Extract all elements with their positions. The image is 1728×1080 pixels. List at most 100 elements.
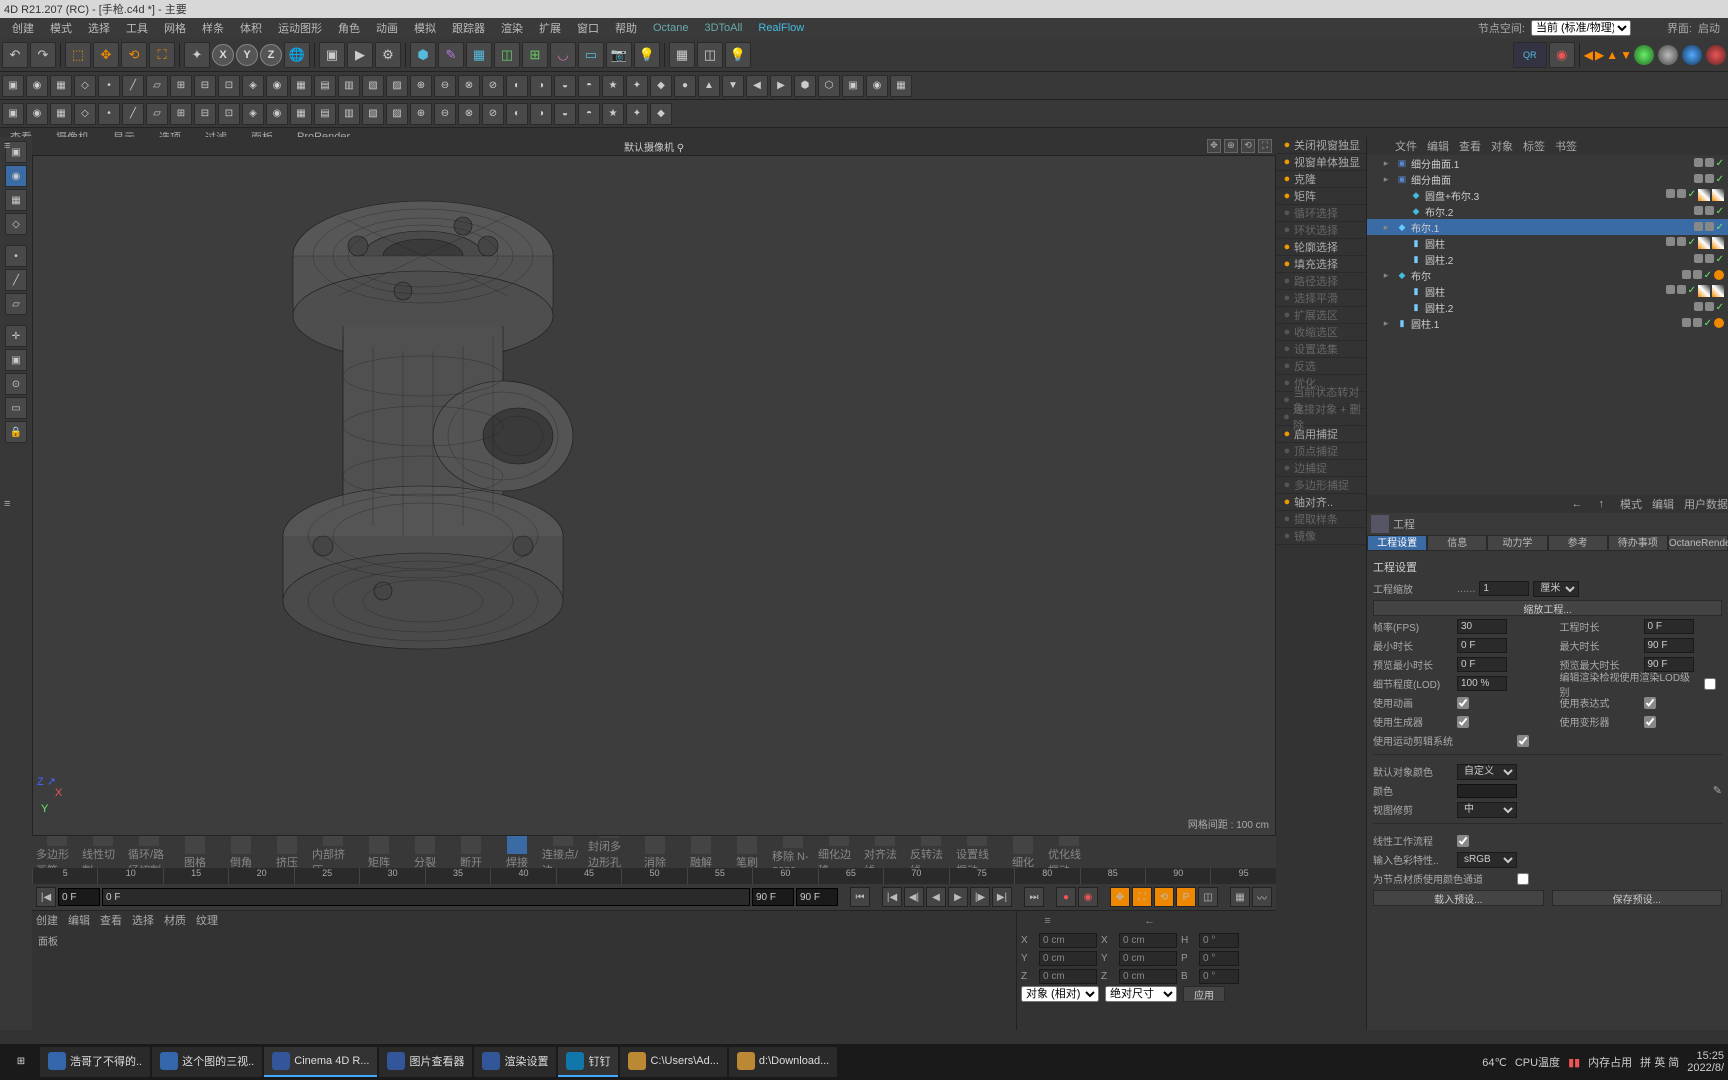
globe-2-icon[interactable]	[1658, 45, 1678, 65]
array-icon[interactable]: ⊞	[522, 42, 548, 68]
toolbtn-tb3-20[interactable]: ⊘	[482, 103, 504, 125]
tree-row-圆柱.1[interactable]: ▸▮圆柱.1✓	[1367, 315, 1728, 331]
matmenu-创建[interactable]: 创建	[36, 912, 58, 928]
coord-system-icon[interactable]: 🌐	[284, 42, 310, 68]
attr-hamburger-icon[interactable]: ≡	[4, 498, 10, 510]
toolbtn-tb3-6[interactable]: ▱	[146, 103, 168, 125]
menu-RealFlow[interactable]: RealFlow	[750, 20, 812, 36]
toolbtn-tb3-19[interactable]: ⊗	[458, 103, 480, 125]
modtool-倒角[interactable]: 倒角	[220, 834, 262, 870]
load-preset-button[interactable]: 载入预设...	[1373, 890, 1544, 906]
model-mode-icon[interactable]: ◉	[5, 165, 27, 187]
rot-h-field[interactable]	[1199, 933, 1239, 948]
toolbtn-tb2-19[interactable]: ⊗	[458, 75, 480, 97]
menu-渲染[interactable]: 渲染	[493, 18, 531, 38]
render-view-icon[interactable]: ▣	[319, 42, 345, 68]
menu-扩展[interactable]: 扩展	[531, 18, 569, 38]
play-fwd-icon[interactable]: ▶	[948, 887, 968, 907]
toolbtn-tb3-10[interactable]: ◈	[242, 103, 264, 125]
record-key-icon[interactable]: ●	[1056, 887, 1076, 907]
taskbar-图片查看器[interactable]: 图片查看器	[379, 1047, 472, 1077]
next-frame-icon[interactable]: |▶	[970, 887, 990, 907]
toolbtn-tb3-21[interactable]: ◐	[506, 103, 528, 125]
toolbtn-tb3-13[interactable]: ▤	[314, 103, 336, 125]
modtool-挤压[interactable]: 挤压	[266, 834, 308, 870]
toolbtn-tb3-11[interactable]: ◉	[266, 103, 288, 125]
cmd-轮廓选择[interactable]: ●轮廓选择	[1276, 239, 1366, 256]
render-settings-icon[interactable]: ⚙	[375, 42, 401, 68]
fps-field[interactable]	[1457, 619, 1507, 634]
viewport-camera-label[interactable]: 默认摄像机 ⚲	[624, 139, 684, 154]
display-mode-icon[interactable]: ▦	[669, 42, 695, 68]
menu-选择[interactable]: 选择	[80, 18, 118, 38]
subdiv-icon[interactable]: ▦	[466, 42, 492, 68]
modtool-分裂[interactable]: 分裂	[404, 834, 446, 870]
cmd-关闭视窗独显[interactable]: ●关闭视窗独显	[1276, 137, 1366, 154]
coords-apply-button[interactable]: 应用	[1183, 986, 1225, 1002]
tree-row-布尔.2[interactable]: ◆布尔.2✓	[1367, 203, 1728, 219]
node-space-select[interactable]: 当前 (标准/物理)	[1531, 20, 1631, 36]
menu-跟踪器[interactable]: 跟踪器	[444, 18, 493, 38]
coord-mode-select[interactable]: 对象 (相对)	[1021, 986, 1099, 1002]
menu-运动图形[interactable]: 运动图形	[270, 18, 330, 38]
autokey-icon[interactable]: ◉	[1078, 887, 1098, 907]
cmd-克隆[interactable]: ●克隆	[1276, 171, 1366, 188]
layout-value[interactable]: 启动	[1698, 20, 1720, 36]
toolbtn-tb2-10[interactable]: ◈	[242, 75, 264, 97]
gen-checkbox[interactable]	[1457, 716, 1469, 728]
cmd-启用捕捉[interactable]: ●启用捕捉	[1276, 426, 1366, 443]
timeline-previewend-field[interactable]	[752, 888, 794, 906]
globe-3-icon[interactable]	[1682, 45, 1702, 65]
key-pla-icon[interactable]: ◫	[1198, 887, 1218, 907]
start-button[interactable]: ⊞	[4, 1047, 38, 1077]
toolbtn-tb2-36[interactable]: ◉	[866, 75, 888, 97]
timeline-start-field[interactable]	[58, 888, 100, 906]
toolbtn-tb2-14[interactable]: ▥	[338, 75, 360, 97]
toolbtn-tb2-18[interactable]: ⊖	[434, 75, 456, 97]
attrtab-OctaneRender[interactable]: OctaneRender	[1668, 535, 1728, 551]
scale-project-button[interactable]: 缩放工程...	[1373, 600, 1722, 616]
tree-row-圆柱.2[interactable]: ▮圆柱.2✓	[1367, 251, 1728, 267]
locked-icon[interactable]: 🔒	[5, 421, 27, 443]
toolbtn-tb2-13[interactable]: ▤	[314, 75, 336, 97]
toolbtn-tb3-8[interactable]: ⊟	[194, 103, 216, 125]
tree-row-细分曲面.1[interactable]: ▸▣细分曲面.1✓	[1367, 155, 1728, 171]
toolbtn-tb3-0[interactable]: ▣	[2, 103, 24, 125]
menu-角色[interactable]: 角色	[330, 18, 368, 38]
attrmenu-模式[interactable]: 模式	[1620, 496, 1642, 512]
toolbtn-tb3-3[interactable]: ◇	[74, 103, 96, 125]
timeline-window-icon[interactable]: ▦	[1230, 887, 1250, 907]
toolbtn-tb3-5[interactable]: ╱	[122, 103, 144, 125]
cmd-视窗单体独显[interactable]: ●视窗单体独显	[1276, 154, 1366, 171]
taskbar-渲染设置[interactable]: 渲染设置	[474, 1047, 556, 1077]
menu-模拟[interactable]: 模拟	[406, 18, 444, 38]
goto-end-icon[interactable]: ⏭	[1024, 887, 1044, 907]
toolbtn-tb2-22[interactable]: ◑	[530, 75, 552, 97]
toolbtn-tb2-17[interactable]: ⊕	[410, 75, 432, 97]
menu-模式[interactable]: 模式	[42, 18, 80, 38]
toolbtn-tb3-1[interactable]: ◉	[26, 103, 48, 125]
globe-4-icon[interactable]	[1706, 45, 1726, 65]
bend-icon[interactable]: ◡	[550, 42, 576, 68]
goto-nextkey-icon[interactable]: ▶|	[992, 887, 1012, 907]
rot-b-field[interactable]	[1199, 969, 1239, 984]
texture-mode-icon[interactable]: ▦	[5, 189, 27, 211]
matmenu-纹理[interactable]: 纹理	[196, 912, 218, 928]
taskbar-C:\Users\Ad...[interactable]: C:\Users\Ad...	[620, 1047, 726, 1077]
toolbtn-tb2-23[interactable]: ◒	[554, 75, 576, 97]
light-icon[interactable]: 💡	[634, 42, 660, 68]
tree-row-布尔[interactable]: ▸◆布尔✓	[1367, 267, 1728, 283]
objmenu-对象[interactable]: 对象	[1491, 138, 1513, 154]
objmenu-编辑[interactable]: 编辑	[1427, 138, 1449, 154]
camera-icon[interactable]: 📷	[606, 42, 632, 68]
toolbtn-tb2-37[interactable]: ▦	[890, 75, 912, 97]
toolbtn-tb2-25[interactable]: ★	[602, 75, 624, 97]
toolbtn-tb2-16[interactable]: ▨	[386, 75, 408, 97]
mograph-checkbox[interactable]	[1517, 735, 1529, 747]
viewport-3d[interactable]: Z ↗XY 网格间距 : 100 cm	[32, 155, 1276, 836]
toolbtn-tb3-24[interactable]: ◓	[578, 103, 600, 125]
pen-icon[interactable]: ✎	[438, 42, 464, 68]
save-preset-button[interactable]: 保存预设...	[1552, 890, 1723, 906]
size-mode-select[interactable]: 绝对尺寸	[1105, 986, 1177, 1002]
key-param-icon[interactable]: P	[1176, 887, 1196, 907]
